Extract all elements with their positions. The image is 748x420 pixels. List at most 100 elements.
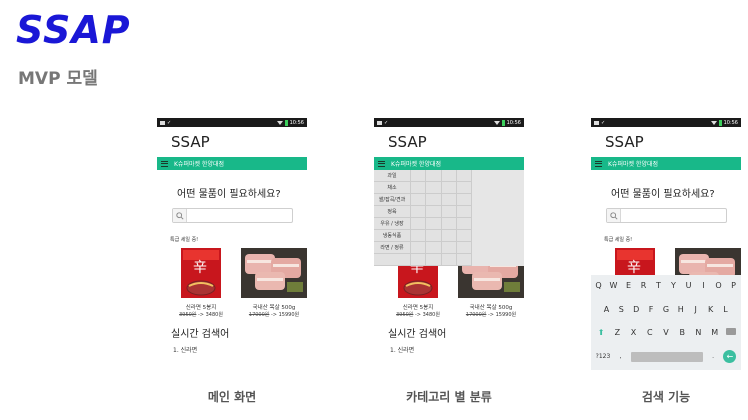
key[interactable]: K xyxy=(704,305,717,314)
product-name: 국내산 목살 500g xyxy=(469,305,513,311)
old-price: 17000원 xyxy=(465,312,487,318)
key[interactable]: M xyxy=(708,328,721,337)
product-name: 신라면 5봉지 xyxy=(185,305,217,311)
search-input[interactable] xyxy=(172,208,293,223)
key[interactable]: S xyxy=(615,305,628,314)
store-bar: K슈퍼마켓 한양대점 xyxy=(591,157,741,170)
key[interactable]: I xyxy=(697,281,710,290)
key[interactable]: X xyxy=(627,328,640,337)
category-dropdown: 과일 채소 쌀/잡곡/견과 정육 우유 / 냉장 냉동식품 라면 / 정류 xyxy=(374,170,472,266)
product-card[interactable]: 국내산 목살 500g 17000원 -> 15990원 xyxy=(241,248,307,318)
category-item[interactable]: 정육 xyxy=(374,206,411,218)
product-price: 3950원 -> 3480원 xyxy=(179,312,223,318)
new-price: 15990원 xyxy=(495,312,517,318)
product-name: 국내산 목살 500g xyxy=(252,305,296,311)
key[interactable]: H xyxy=(674,305,687,314)
notification-icon xyxy=(160,120,165,125)
new-price: 3480원 xyxy=(422,312,440,318)
caption-search: 검색 기능 xyxy=(641,390,691,404)
key[interactable]: F xyxy=(645,305,658,314)
product-name: 신라면 5봉지 xyxy=(402,305,434,311)
battery-icon xyxy=(284,119,288,126)
menu-icon[interactable] xyxy=(161,160,168,167)
notification-icon xyxy=(594,120,599,125)
slide-subtitle: MVP 모델 xyxy=(18,69,98,89)
store-name[interactable]: K슈퍼마켓 한양대점 xyxy=(391,159,441,168)
key[interactable]: Z xyxy=(611,328,624,337)
check-icon: ✓ xyxy=(384,119,389,126)
backspace-key-icon[interactable] xyxy=(724,328,737,337)
key[interactable]: P xyxy=(727,281,740,290)
brand-logo: SSAP xyxy=(16,8,131,52)
realtime-title: 실시간 검색어 xyxy=(388,329,447,340)
search-input[interactable] xyxy=(606,208,727,223)
wifi-icon xyxy=(710,120,717,125)
caption-main-screen: 메인 화면 xyxy=(207,390,257,404)
category-item[interactable]: 쌀/잡곡/견과 xyxy=(374,194,411,206)
wifi-icon xyxy=(493,120,500,125)
category-item[interactable]: 냉동식품 xyxy=(374,230,411,242)
key[interactable]: C xyxy=(643,328,656,337)
status-time: 10:56 xyxy=(289,119,304,126)
key[interactable]: O xyxy=(712,281,725,290)
realtime-item[interactable]: 1. 신라면 xyxy=(374,345,524,354)
notification-icon xyxy=(377,120,382,125)
category-item[interactable]: 채소 xyxy=(374,182,411,194)
space-key[interactable] xyxy=(630,351,703,362)
pork-product-image xyxy=(241,248,307,298)
search-icon[interactable] xyxy=(173,209,187,222)
menu-icon[interactable] xyxy=(378,160,385,167)
keyboard-row: ?123 , . ← xyxy=(591,350,741,363)
key[interactable]: N xyxy=(692,328,705,337)
sale-label: 특급 세일 중! xyxy=(604,237,633,243)
status-bar: ✓ 10:56 xyxy=(591,118,741,127)
search-question: 어떤 물품이 필요하세요? xyxy=(177,189,281,200)
shift-key-icon[interactable]: ⬆ xyxy=(595,328,608,337)
store-bar: K슈퍼마켓 한양대점 xyxy=(374,157,524,170)
store-name[interactable]: K슈퍼마켓 한양대점 xyxy=(608,159,658,168)
realtime-item[interactable]: 1. 신라면 xyxy=(157,345,307,354)
new-price: 15990원 xyxy=(278,312,300,318)
product-card[interactable]: 辛 신라면 5봉지 3950원 -> 3480원 xyxy=(174,248,228,318)
category-list: 과일 채소 쌀/잡곡/견과 정육 우유 / 냉장 냉동식품 라면 / 정류 xyxy=(374,170,411,266)
check-icon: ✓ xyxy=(167,119,172,126)
key[interactable]: A xyxy=(600,305,613,314)
key[interactable]: U xyxy=(682,281,695,290)
key[interactable]: D xyxy=(630,305,643,314)
status-time: 10:56 xyxy=(723,119,738,126)
key[interactable]: L xyxy=(719,305,732,314)
comma-key[interactable]: , xyxy=(620,353,622,360)
svg-text:辛: 辛 xyxy=(627,260,641,276)
key[interactable]: V xyxy=(659,328,672,337)
status-time: 10:56 xyxy=(506,119,521,126)
battery-icon xyxy=(718,119,722,126)
key[interactable]: R xyxy=(637,281,650,290)
key[interactable]: T xyxy=(652,281,665,290)
period-key[interactable]: . xyxy=(712,353,714,360)
search-question: 어떤 물품이 필요하세요? xyxy=(611,189,715,200)
product-price: 17000원 -> 15990원 xyxy=(248,312,300,318)
key[interactable]: W xyxy=(607,281,620,290)
category-item[interactable]: 우유 / 냉장 xyxy=(374,218,411,230)
menu-icon[interactable] xyxy=(595,160,602,167)
key[interactable]: B xyxy=(676,328,689,337)
category-item[interactable]: 과일 xyxy=(374,170,411,182)
battery-icon xyxy=(501,119,505,126)
old-price: 3950원 xyxy=(179,312,197,318)
category-item[interactable]: 라면 / 정류 xyxy=(374,242,411,254)
svg-text:辛: 辛 xyxy=(193,260,207,276)
key[interactable]: E xyxy=(622,281,635,290)
store-bar: K슈퍼마켓 한양대점 xyxy=(157,157,307,170)
key[interactable]: Y xyxy=(667,281,680,290)
wifi-icon xyxy=(276,120,283,125)
enter-key-icon[interactable]: ← xyxy=(723,350,737,363)
key[interactable]: Q xyxy=(592,281,605,290)
key[interactable]: J xyxy=(689,305,702,314)
key[interactable]: G xyxy=(659,305,672,314)
search-icon[interactable] xyxy=(607,209,621,222)
phone-category-screen: ✓ 10:56 SSAP K슈퍼마켓 한양대점 어떤 물품이 필요하세요? 특급… xyxy=(374,118,524,370)
symbols-key[interactable]: ?123 xyxy=(596,353,611,360)
store-name[interactable]: K슈퍼마켓 한양대점 xyxy=(174,159,224,168)
app-title: SSAP xyxy=(605,133,644,151)
keyboard-row: ⬆ Z X C V B N M xyxy=(591,328,741,337)
